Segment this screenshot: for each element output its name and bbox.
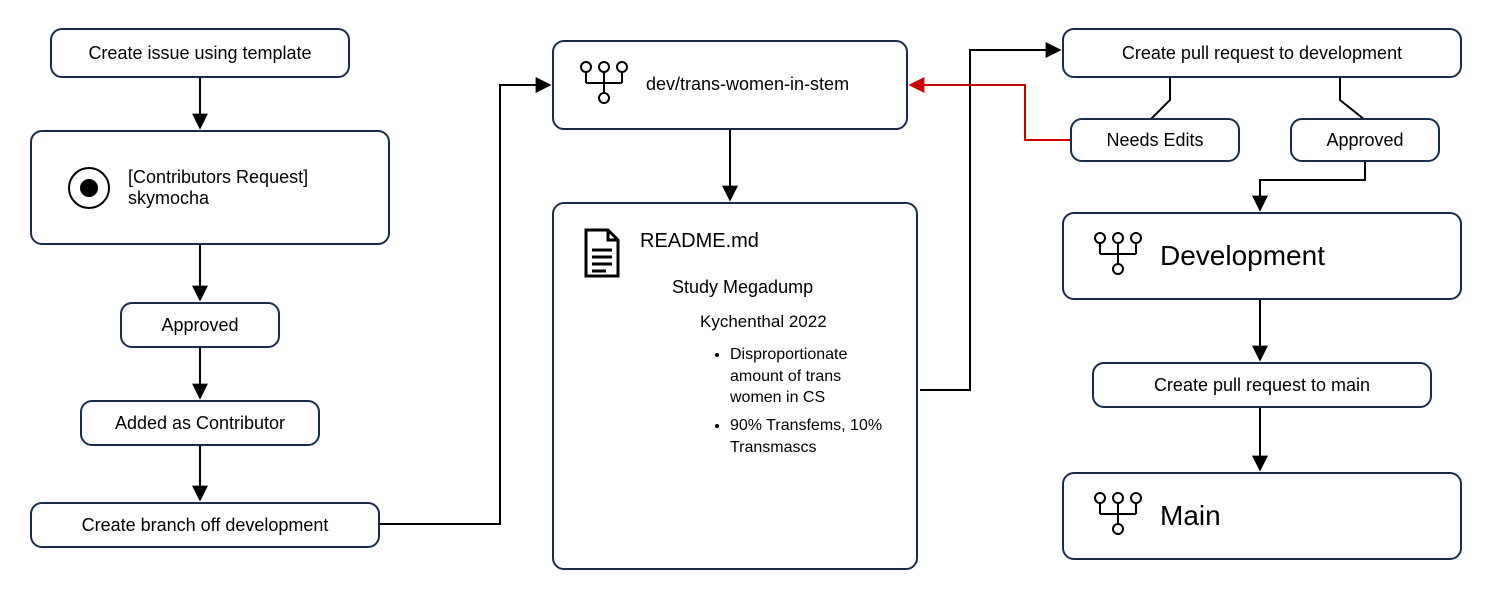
label: Development [1160, 240, 1325, 272]
branch-icon [1092, 492, 1144, 541]
label: Added as Contributor [115, 413, 285, 434]
readme-bullet: 90% Transfems, 10% Transmascs [730, 415, 892, 458]
node-readme: README.md Study Megadump Kychenthal 2022… [552, 202, 918, 570]
node-needs-edits: Needs Edits [1070, 118, 1240, 162]
label: Main [1160, 500, 1221, 532]
record-icon [68, 167, 110, 209]
node-create-branch: Create branch off development [30, 502, 380, 548]
label: dev/trans-women-in-stem [646, 74, 849, 96]
label: Needs Edits [1106, 130, 1203, 151]
readme-h2: Study Megadump [672, 275, 892, 299]
label: [Contributors Request] skymocha [128, 167, 358, 209]
node-approved-1: Approved [120, 302, 280, 348]
node-main-branch: Main [1062, 472, 1462, 560]
readme-h3: Kychenthal 2022 [700, 311, 892, 334]
node-added-contributor: Added as Contributor [80, 400, 320, 446]
label: Create issue using template [88, 43, 311, 64]
readme-bullet: Disproportionate amount of trans women i… [730, 344, 892, 409]
node-development-branch: Development [1062, 212, 1462, 300]
node-contributors-request: [Contributors Request] skymocha [30, 130, 390, 245]
readme-body: README.md Study Megadump Kychenthal 2022… [640, 228, 892, 464]
readme-title: README.md [640, 228, 892, 255]
node-dev-branch: dev/trans-women-in-stem [552, 40, 908, 130]
label: Create pull request to main [1154, 375, 1370, 396]
label: Create branch off development [82, 515, 329, 536]
node-pr-main: Create pull request to main [1092, 362, 1432, 408]
label: Create pull request to development [1122, 43, 1402, 64]
node-create-issue: Create issue using template [50, 28, 350, 78]
node-approved-2: Approved [1290, 118, 1440, 162]
branch-icon [1092, 232, 1144, 281]
label: Approved [161, 315, 238, 336]
node-pr-development: Create pull request to development [1062, 28, 1462, 78]
branch-icon [578, 61, 630, 110]
label: Approved [1326, 130, 1403, 151]
file-icon [582, 228, 622, 283]
